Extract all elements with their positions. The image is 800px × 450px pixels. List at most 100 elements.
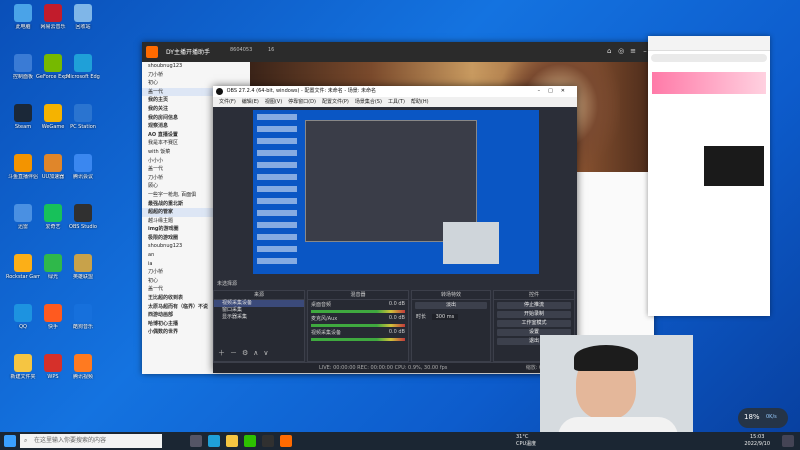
perf-widget[interactable]: 18% 0K/s — [738, 408, 788, 428]
task-view-icon[interactable] — [190, 435, 202, 447]
desktop-icon[interactable]: 斗鱼直播伴侣 — [6, 154, 40, 180]
desktop-icon[interactable]: Microsoft Edge — [66, 54, 100, 80]
obs-logo-icon — [216, 88, 223, 95]
obs-menu-item[interactable]: 编辑(E) — [242, 99, 259, 105]
home-icon[interactable]: ⌂ — [604, 46, 614, 56]
desktop-icon-label: 腾讯视频 — [72, 374, 93, 380]
app-icon — [44, 154, 62, 172]
app-icon — [74, 254, 92, 272]
clock[interactable]: 15:03 2022/9/10 — [744, 434, 770, 448]
desktop-icon[interactable]: 腾讯视频 — [66, 354, 100, 380]
desktop-icon[interactable]: 英雄联盟 — [66, 254, 100, 280]
desktop-icon[interactable]: 网易云音乐 — [36, 4, 70, 30]
obs-menu-item[interactable]: 场景集合(S) — [355, 99, 382, 105]
desktop-icon[interactable]: 迅雷 — [6, 204, 40, 230]
desktop-icon[interactable]: WPS — [36, 354, 70, 380]
dy-title-bar: DY主播开播助手 8604053 16 ⌂ ◎ ≡ – — [142, 42, 654, 62]
obs-docks: 来源 视频采集设备 窗口采集 显示器采集 ＋－⚙∧∨ 混音器 桌面音频 0.0 dB 麦… — [213, 290, 577, 362]
desktop-icon-label: Steam — [14, 124, 32, 130]
cpu-temp: 31°C CPU温度 — [516, 434, 536, 448]
desktop-icon-label: WeGame — [41, 124, 65, 130]
mixer-channel: 桌面音频 0.0 dB — [308, 300, 408, 309]
desktop-icon-label: UU加速器 — [41, 174, 65, 180]
taskbar-search[interactable]: ⌕ 在这里输入你要搜索的内容 — [20, 434, 162, 448]
desktop-icon[interactable]: Steam — [6, 104, 40, 130]
desktop-icon[interactable]: QQ — [6, 304, 40, 330]
start-icon[interactable] — [4, 435, 16, 447]
desktop-icon[interactable]: GeForce Experience — [36, 54, 70, 80]
preview-desktop-icons — [257, 114, 297, 264]
source-item[interactable]: 显示器采集 — [214, 314, 304, 321]
desktop-icon-label: OBS Studio — [69, 224, 97, 230]
gamepad-icon[interactable]: ◎ — [616, 46, 626, 56]
perf-percent: 18% — [744, 413, 760, 421]
wechat-icon[interactable] — [244, 435, 256, 447]
explorer-icon[interactable] — [226, 435, 238, 447]
search-icon: ⌕ — [24, 437, 28, 444]
control-button[interactable]: 开始录制 — [497, 311, 571, 318]
app-icon — [14, 54, 32, 72]
desktop-icon-label: QQ — [19, 324, 27, 330]
desktop-icon[interactable]: 绿光 — [36, 254, 70, 280]
source-item[interactable]: 窗口采集 — [214, 307, 304, 314]
obs-no-source-label: 未选择源 — [217, 281, 238, 287]
desktop-icon-label: 绿光 — [47, 274, 58, 280]
desktop-icon-label: GeForce Experience — [36, 74, 70, 80]
desktop-icon[interactable]: 此电脑 — [6, 4, 40, 30]
desktop-icon-label: 新建文件夹 — [10, 374, 36, 380]
app-icon — [44, 104, 62, 122]
obs-menu-item[interactable]: 停靠窗口(D) — [288, 99, 316, 105]
desktop-icon-label: 爱奇艺 — [45, 224, 61, 230]
source-item[interactable]: 视频采集设备 — [214, 300, 304, 307]
app-icon — [44, 54, 62, 72]
desktop-icon[interactable]: 快手 — [36, 304, 70, 330]
obs-menu-item[interactable]: 工具(T) — [388, 99, 405, 105]
app-icon — [44, 4, 62, 22]
desktop-icon[interactable]: Rockstar Games Launcher — [6, 254, 40, 280]
desktop-icon[interactable]: 酷狗音乐 — [66, 304, 100, 330]
sidebar-row[interactable]: 刀小桥 — [142, 71, 250, 80]
browser-address-bar[interactable] — [651, 54, 767, 62]
desktop-icon[interactable]: PC Station — [66, 104, 100, 130]
obs-menu-item[interactable]: 配置文件(P) — [322, 99, 349, 105]
browser-title-bar — [648, 36, 770, 51]
transitions-header: 转场特效 — [412, 291, 490, 300]
notification-icon[interactable] — [782, 435, 794, 447]
obs-title-bar: OBS 27.2.4 (64-bit, windows) - 配置文件: 未命名… — [213, 86, 577, 97]
desktop-icon[interactable]: WeGame — [36, 104, 70, 130]
control-button[interactable]: 停止推流 — [497, 302, 571, 309]
desktop-icon-label: Rockstar Games Launcher — [6, 274, 40, 280]
obs-menu-item[interactable]: 帮助(H) — [411, 99, 429, 105]
volume-meter[interactable] — [311, 324, 405, 327]
edge-icon[interactable] — [208, 435, 220, 447]
desktop-icon[interactable]: UU加速器 — [36, 154, 70, 180]
mixer-channel-db: 0.0 dB — [388, 301, 405, 307]
mixer-channel-db: 0.0 dB — [388, 329, 405, 335]
obs-taskbar-icon[interactable] — [262, 435, 274, 447]
obs-menu-item[interactable]: 文件(F) — [219, 99, 236, 105]
webcam-hair — [574, 345, 638, 371]
control-button[interactable]: 工作室模式 — [497, 320, 571, 327]
volume-meter[interactable] — [311, 338, 405, 341]
obs-window-title: OBS 27.2.4 (64-bit, windows) - 配置文件: 未命名… — [226, 88, 376, 94]
volume-meter[interactable] — [311, 310, 405, 313]
app-icon — [44, 304, 62, 322]
mixer-panel: 混音器 桌面音频 0.0 dB 麦克风/Aux 0.0 dB 视频采集设备 0.0 dB — [307, 290, 409, 362]
mixer-channel-name: 麦克风/Aux — [311, 316, 338, 322]
mixer-channel: 视频采集设备 0.0 dB — [308, 328, 408, 337]
desktop-icon[interactable]: 控制面板 — [6, 54, 40, 80]
mixer-channel-name: 桌面音频 — [311, 302, 332, 308]
desktop-icon[interactable]: OBS Studio — [66, 204, 100, 230]
obs-menu-item[interactable]: 视图(V) — [265, 99, 282, 105]
app-icon — [74, 4, 92, 22]
controls-header: 控件 — [494, 291, 574, 300]
dy-taskbar-icon[interactable] — [280, 435, 292, 447]
sidebar-row[interactable]: shoubnug123 — [142, 62, 250, 71]
desktop-icon[interactable]: 爱奇艺 — [36, 204, 70, 230]
duration-input[interactable]: 300 ms — [431, 314, 459, 320]
menu-icon[interactable]: ≡ — [628, 46, 638, 56]
desktop-icon[interactable]: 新建文件夹 — [6, 354, 40, 380]
transition-select[interactable]: 淡出 — [415, 302, 487, 309]
desktop-icon[interactable]: 回收站 — [66, 4, 100, 30]
desktop-icon[interactable]: 腾讯会议 — [66, 154, 100, 180]
